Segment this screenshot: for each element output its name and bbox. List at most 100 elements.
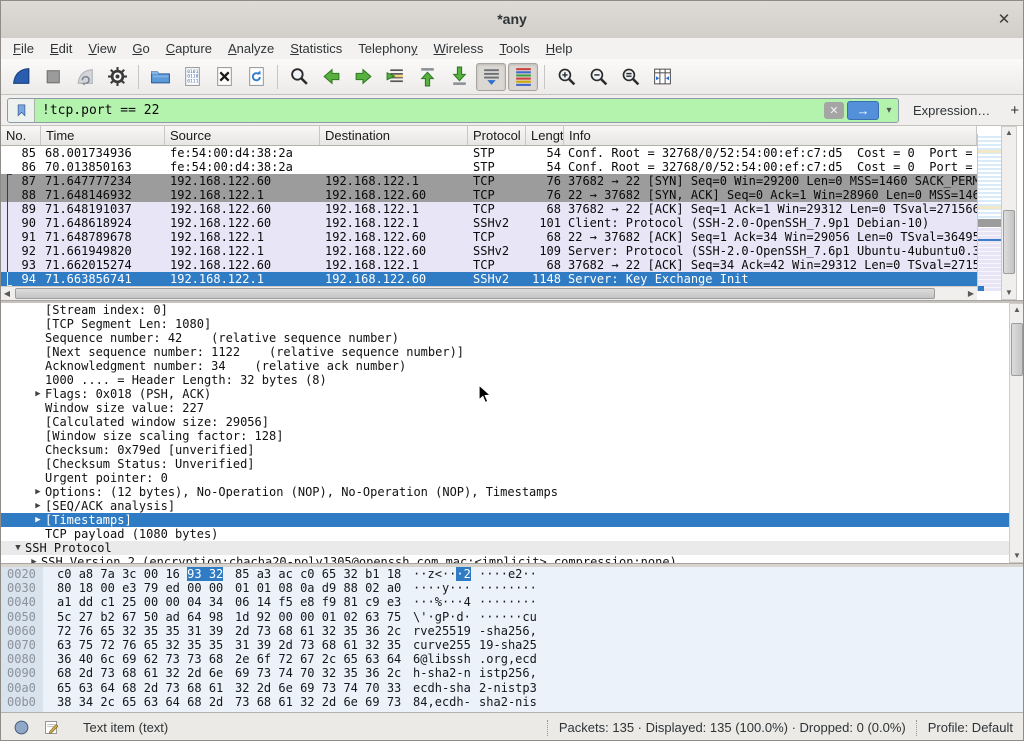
packet-row[interactable]: 9271.661949820192.168.122.1192.168.122.6… xyxy=(1,244,977,258)
packet-row[interactable]: 8871.648146932192.168.122.1192.168.122.6… xyxy=(1,188,977,202)
packet-row[interactable]: 8771.647777234192.168.122.60192.168.122.… xyxy=(1,174,977,188)
detail-line[interactable]: [Window size scaling factor: 128] xyxy=(1,429,1023,443)
detail-line[interactable]: [Checksum Status: Unverified] xyxy=(1,457,1023,471)
column-header-source[interactable]: Source xyxy=(165,126,320,145)
resize-columns-button[interactable] xyxy=(647,63,677,91)
detail-line[interactable]: [TCP Segment Len: 1080] xyxy=(1,317,1023,331)
scroll-left-arrow-icon[interactable]: ◀ xyxy=(1,289,13,298)
detail-line[interactable]: Sequence number: 42 (relative sequence n… xyxy=(1,331,1023,345)
reload-file-button[interactable] xyxy=(241,63,271,91)
go-bottom-button[interactable] xyxy=(444,63,474,91)
hex-row[interactable]: 0020c0 a8 7a 3c 00 16 93 3285 a3 ac c0 6… xyxy=(1,567,1023,581)
menu-analyze[interactable]: Analyze xyxy=(220,39,282,58)
column-header-info[interactable]: Info xyxy=(564,126,977,145)
save-file-button[interactable]: 010101100111 xyxy=(177,63,207,91)
scroll-down-arrow-icon[interactable]: ▼ xyxy=(1002,287,1016,299)
open-file-button[interactable] xyxy=(145,63,175,91)
packet-row[interactable]: 9371.662015274192.168.122.60192.168.122.… xyxy=(1,258,977,272)
scroll-thumb[interactable] xyxy=(15,288,935,299)
filter-dropdown-caret-icon[interactable]: ▾ xyxy=(882,105,896,116)
detail-line[interactable]: TCP payload (1080 bytes) xyxy=(1,527,1023,541)
tree-collapsed-icon[interactable]: ▶ xyxy=(27,555,41,563)
detail-line[interactable]: ▶[SEQ/ACK analysis] xyxy=(1,499,1023,513)
packet-row[interactable]: 9171.648789678192.168.122.1192.168.122.6… xyxy=(1,230,977,244)
capture-options-button[interactable] xyxy=(102,63,132,91)
auto-scroll-button[interactable] xyxy=(476,63,506,91)
packet-bytes-pane[interactable]: 0020c0 a8 7a 3c 00 16 93 3285 a3 ac c0 6… xyxy=(1,567,1023,712)
packet-row[interactable]: 9071.648618924192.168.122.60192.168.122.… xyxy=(1,216,977,230)
detail-line[interactable]: 1000 .... = Header Length: 32 bytes (8) xyxy=(1,373,1023,387)
detail-line[interactable]: Window size value: 227 xyxy=(1,401,1023,415)
tree-collapsed-icon[interactable]: ▶ xyxy=(31,499,45,513)
hex-row[interactable]: 009068 2d 73 68 61 32 2d 6e69 73 74 70 3… xyxy=(1,666,1023,680)
restart-capture-button[interactable] xyxy=(70,63,100,91)
close-file-button[interactable] xyxy=(209,63,239,91)
hex-row[interactable]: 0040a1 dd c1 25 00 00 04 3406 14 f5 e8 f… xyxy=(1,595,1023,609)
hex-row[interactable]: 00a065 63 64 68 2d 73 68 6132 2d 6e 69 7… xyxy=(1,681,1023,695)
zoom-out-button[interactable] xyxy=(583,63,613,91)
packet-row[interactable]: 8670.013850163fe:54:00:d4:38:2aSTP54Conf… xyxy=(1,160,977,174)
hex-row[interactable]: 003080 18 00 e3 79 ed 00 0001 01 08 0a d… xyxy=(1,581,1023,595)
detail-line[interactable]: ▼SSH Protocol xyxy=(1,541,1023,555)
hex-row[interactable]: 008036 40 6c 69 62 73 73 682e 6f 72 67 2… xyxy=(1,652,1023,666)
menu-view[interactable]: View xyxy=(80,39,124,58)
column-header-no[interactable]: No. xyxy=(1,126,41,145)
packet-list-minimap[interactable] xyxy=(977,134,1002,291)
menu-go[interactable]: Go xyxy=(124,39,157,58)
packet-list-hscrollbar[interactable]: ◀ ▶ xyxy=(1,286,977,300)
colorize-button[interactable] xyxy=(508,63,538,91)
column-header-length[interactable]: Length xyxy=(526,126,564,145)
menu-statistics[interactable]: Statistics xyxy=(282,39,350,58)
scroll-up-arrow-icon[interactable]: ▲ xyxy=(1002,127,1016,139)
go-back-button[interactable] xyxy=(316,63,346,91)
menu-wireless[interactable]: Wireless xyxy=(426,39,492,58)
scroll-right-arrow-icon[interactable]: ▶ xyxy=(965,289,977,298)
packet-list-vscrollbar[interactable]: ▲ ▼ xyxy=(1001,126,1017,300)
zoom-in-button[interactable] xyxy=(551,63,581,91)
tree-collapsed-icon[interactable]: ▶ xyxy=(31,485,45,499)
expression-button[interactable]: Expression… xyxy=(913,103,990,118)
hex-row[interactable]: 00505c 27 b2 67 50 ad 64 981d 92 00 00 0… xyxy=(1,610,1023,624)
filter-clear-icon[interactable]: ✕ xyxy=(824,102,844,119)
scroll-track[interactable] xyxy=(1010,316,1024,550)
menu-tools[interactable]: Tools xyxy=(491,39,537,58)
go-top-button[interactable] xyxy=(412,63,442,91)
capture-comment-icon[interactable] xyxy=(41,718,61,738)
expert-info-icon[interactable] xyxy=(11,718,31,738)
hex-row[interactable]: 006072 76 65 32 35 35 31 392d 73 68 61 3… xyxy=(1,624,1023,638)
column-header-destination[interactable]: Destination xyxy=(320,126,468,145)
go-to-packet-button[interactable] xyxy=(380,63,410,91)
menu-edit[interactable]: Edit xyxy=(42,39,80,58)
packet-row[interactable]: 8971.648191037192.168.122.60192.168.122.… xyxy=(1,202,977,216)
details-vscrollbar[interactable]: ▲ ▼ xyxy=(1009,303,1024,563)
detail-line[interactable]: Acknowledgment number: 34 (relative ack … xyxy=(1,359,1023,373)
scroll-up-arrow-icon[interactable]: ▲ xyxy=(1010,304,1024,316)
display-filter-field[interactable]: !tcp.port == 22 ✕ → ▾ xyxy=(7,98,899,123)
menu-file[interactable]: File xyxy=(5,39,42,58)
filter-add-button[interactable]: + xyxy=(1010,102,1019,119)
packet-row[interactable]: 8568.001734936fe:54:00:d4:38:2aSTP54Conf… xyxy=(1,146,977,160)
column-header-time[interactable]: Time xyxy=(41,126,165,145)
hex-row[interactable]: 007063 75 72 76 65 32 35 3531 39 2d 73 6… xyxy=(1,638,1023,652)
menu-telephony[interactable]: Telephony xyxy=(350,39,425,58)
stop-capture-button[interactable] xyxy=(38,63,68,91)
filter-bookmark-icon[interactable] xyxy=(8,99,35,122)
detail-line[interactable]: ▶Options: (12 bytes), No-Operation (NOP)… xyxy=(1,485,1023,499)
filter-input[interactable]: !tcp.port == 22 xyxy=(35,103,824,118)
scroll-track[interactable] xyxy=(1002,139,1016,287)
detail-line[interactable]: Urgent pointer: 0 xyxy=(1,471,1023,485)
scroll-thumb[interactable] xyxy=(1003,210,1015,274)
detail-line[interactable]: [Calculated window size: 29056] xyxy=(1,415,1023,429)
tree-collapsed-icon[interactable]: ▶ xyxy=(31,387,45,401)
tree-collapsed-icon[interactable]: ▶ xyxy=(31,513,45,527)
detail-line[interactable]: [Stream index: 0] xyxy=(1,303,1023,317)
status-profile[interactable]: Profile: Default xyxy=(928,720,1013,735)
packet-row[interactable]: 9471.663856741192.168.122.1192.168.122.6… xyxy=(1,272,977,286)
detail-line[interactable]: Checksum: 0x79ed [unverified] xyxy=(1,443,1023,457)
filter-apply-icon[interactable]: → xyxy=(847,101,879,120)
detail-line[interactable]: ▶Flags: 0x018 (PSH, ACK) xyxy=(1,387,1023,401)
find-packet-button[interactable] xyxy=(284,63,314,91)
window-close-button[interactable]: ✕ xyxy=(995,10,1013,28)
menu-capture[interactable]: Capture xyxy=(158,39,220,58)
detail-line[interactable]: ▶[Timestamps] xyxy=(1,513,1023,527)
